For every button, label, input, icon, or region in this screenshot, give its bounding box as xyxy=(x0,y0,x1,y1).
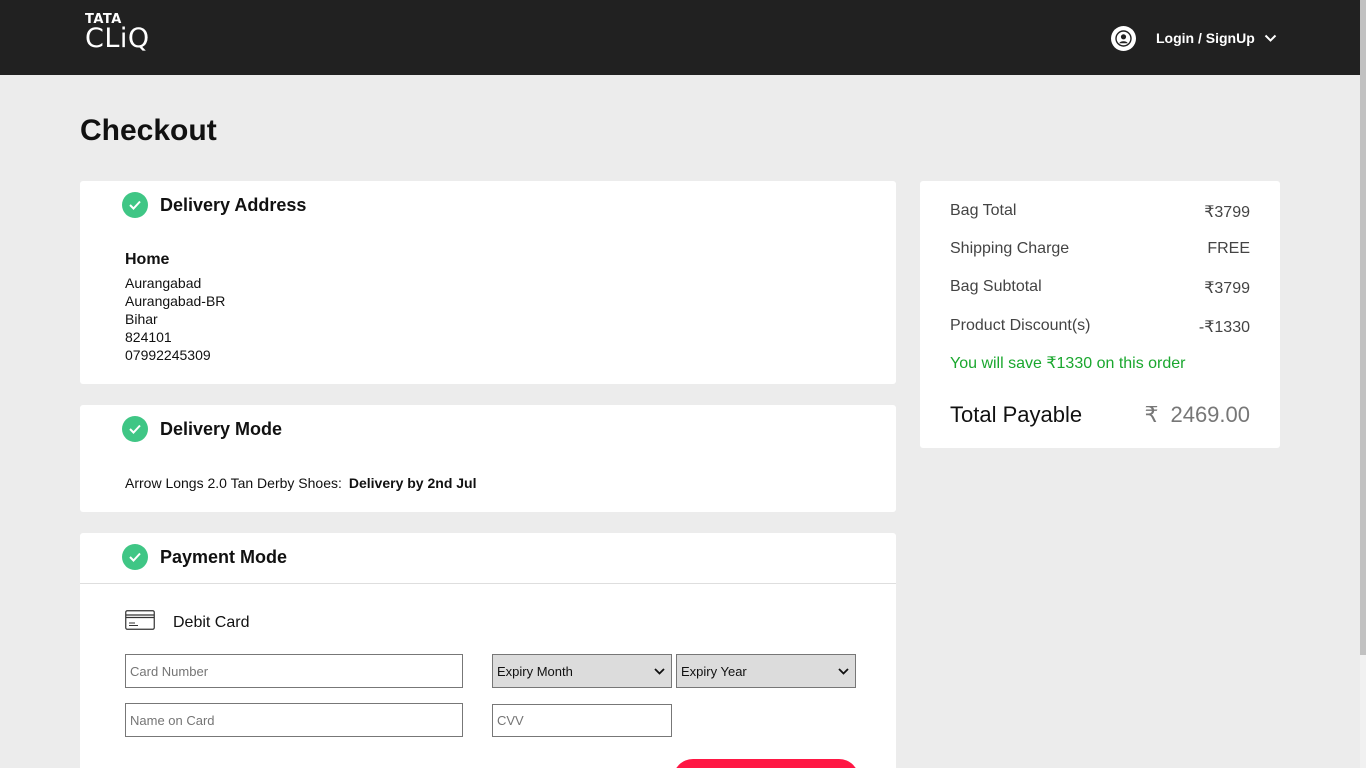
delivery-address-card: Delivery Address Home Aurangabad Auranga… xyxy=(80,181,896,384)
expiry-year-select[interactable]: Expiry Year xyxy=(676,654,856,688)
address-block: Home Aurangabad Aurangabad-BR Bihar 8241… xyxy=(125,251,225,364)
delivery-mode-title: Delivery Mode xyxy=(160,418,283,439)
address-line: Bihar xyxy=(125,311,158,327)
address-line: Aurangabad-BR xyxy=(125,293,226,309)
check-icon xyxy=(122,416,148,442)
debit-card-option[interactable]: Debit Card xyxy=(125,610,249,635)
account-menu[interactable]: Login / SignUp xyxy=(1111,25,1277,51)
top-header: TATA CLiQ Login / SignUp xyxy=(0,0,1360,75)
user-icon xyxy=(1111,25,1136,51)
delivery-mode-header[interactable]: Delivery Mode xyxy=(122,416,282,442)
delivery-estimate: Arrow Longs 2.0 Tan Derby Shoes: Delivery… xyxy=(125,475,476,491)
credit-card-icon xyxy=(125,610,155,635)
payment-mode-title: Payment Mode xyxy=(160,546,288,567)
chevron-down-icon xyxy=(654,667,665,675)
check-icon xyxy=(122,544,148,570)
summary-row-bag-total: Bag Total ₹3799 xyxy=(950,202,1250,222)
summary-label: Product Discount(s) xyxy=(950,317,1091,334)
summary-label: Shipping Charge xyxy=(950,240,1070,257)
summary-value: -₹1330 xyxy=(1198,319,1250,336)
card-number-input[interactable] xyxy=(125,654,463,688)
product-name: Arrow Longs 2.0 Tan Derby Shoes: xyxy=(125,475,342,491)
expiry-month-value: Expiry Month xyxy=(497,663,573,679)
delivery-address-title: Delivery Address xyxy=(160,194,307,215)
check-icon xyxy=(122,192,148,218)
total-payable-value: ₹2469.00 xyxy=(1144,402,1250,428)
divider xyxy=(80,583,896,584)
debit-card-label: Debit Card xyxy=(173,613,250,631)
delivery-date: Delivery by 2nd Jul xyxy=(348,475,477,491)
summary-label: Bag Subtotal xyxy=(950,278,1042,295)
cvv-input[interactable] xyxy=(492,704,672,737)
summary-value: ₹3799 xyxy=(1204,204,1250,221)
summary-label: Bag Total xyxy=(950,202,1017,219)
chevron-down-icon xyxy=(1264,34,1277,43)
total-payable-label: Total Payable xyxy=(950,402,1083,427)
page-title: Checkout xyxy=(80,114,217,147)
expiry-year-value: Expiry Year xyxy=(681,663,747,679)
address-label: Home xyxy=(125,251,170,268)
expiry-month-select[interactable]: Expiry Month xyxy=(492,654,672,688)
total-amount: 2469.00 xyxy=(1170,402,1250,427)
chevron-down-icon xyxy=(838,667,849,675)
delivery-mode-card: Delivery Mode Arrow Longs 2.0 Tan Derby … xyxy=(80,405,896,512)
name-on-card-input[interactable] xyxy=(125,703,463,737)
delivery-address-header[interactable]: Delivery Address xyxy=(122,192,306,218)
summary-row-discount: Product Discount(s) -₹1330 xyxy=(950,317,1250,337)
pay-now-button[interactable] xyxy=(673,759,859,768)
summary-value: FREE xyxy=(1207,240,1250,257)
total-payable-row: Total Payable ₹2469.00 xyxy=(950,402,1250,428)
summary-value: ₹3799 xyxy=(1204,280,1250,297)
address-pincode: 824101 xyxy=(125,329,172,345)
rupee-symbol: ₹ xyxy=(1144,402,1159,427)
summary-row-shipping: Shipping Charge FREE xyxy=(950,240,1250,258)
address-line: Aurangabad xyxy=(125,275,202,291)
login-signup-link[interactable]: Login / SignUp xyxy=(1156,30,1255,46)
address-phone: 07992245309 xyxy=(125,347,211,363)
payment-mode-header[interactable]: Payment Mode xyxy=(122,544,287,570)
savings-message: You will save ₹1330 on this order xyxy=(950,355,1186,372)
scrollbar-thumb[interactable] xyxy=(1360,0,1366,655)
logo-bottom-text: CLiQ xyxy=(85,23,150,54)
order-summary-card: Bag Total ₹3799 Shipping Charge FREE Bag… xyxy=(920,181,1280,448)
summary-row-subtotal: Bag Subtotal ₹3799 xyxy=(950,278,1250,298)
payment-mode-card: Payment Mode Debit Card Expiry Month Exp… xyxy=(80,533,896,768)
tata-cliq-logo[interactable]: TATA CLiQ xyxy=(85,13,150,53)
